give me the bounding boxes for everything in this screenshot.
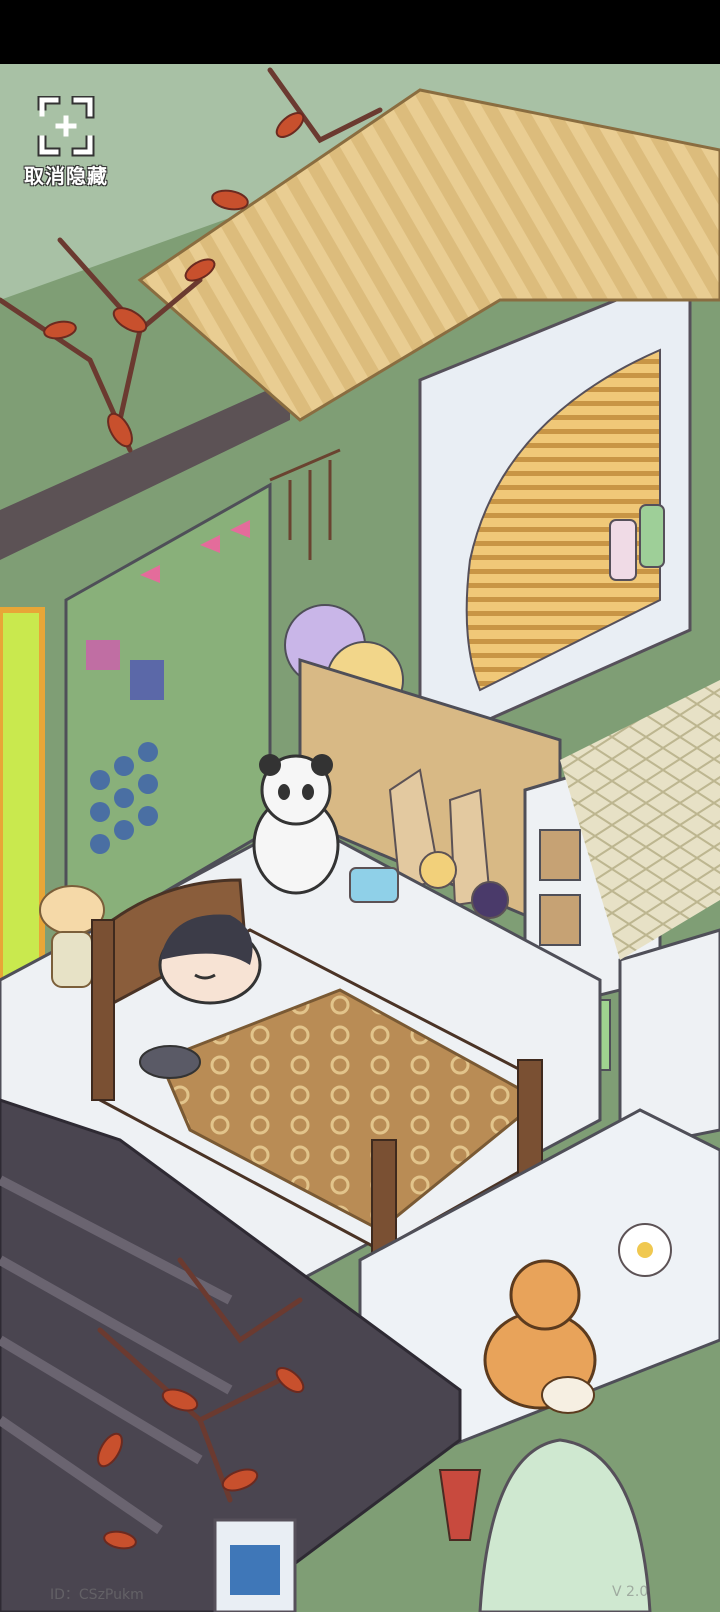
status-bar (0, 0, 720, 64)
unhide-button[interactable]: 取消隐藏 (16, 95, 116, 192)
bed-post (91, 919, 115, 1101)
panda-plush (252, 754, 340, 895)
version-label: V 2.0 (612, 1584, 649, 1600)
game-screen: 取消隐藏 ID：CSzPukm V 2.0 (0, 0, 720, 1612)
player-id-label: ID：CSzPukm (50, 1587, 144, 1603)
flower-center (637, 1242, 653, 1258)
camera (349, 867, 399, 903)
unhide-label: 取消隐藏 (24, 164, 108, 188)
lamp-base (51, 931, 93, 988)
cabinet-drawer (539, 894, 581, 946)
doll-dark (471, 881, 509, 919)
black-cat (139, 1045, 201, 1079)
cabinet-drawer (539, 829, 581, 881)
blue-sign-icon (230, 1545, 280, 1595)
glowing-panel (0, 607, 45, 993)
doll-blonde (419, 851, 457, 889)
bed-post (517, 1059, 543, 1181)
soap-bottle (609, 519, 637, 581)
unhide-icon (37, 95, 95, 157)
soap-bottle-green (639, 504, 665, 568)
room-scene (0, 64, 720, 1612)
